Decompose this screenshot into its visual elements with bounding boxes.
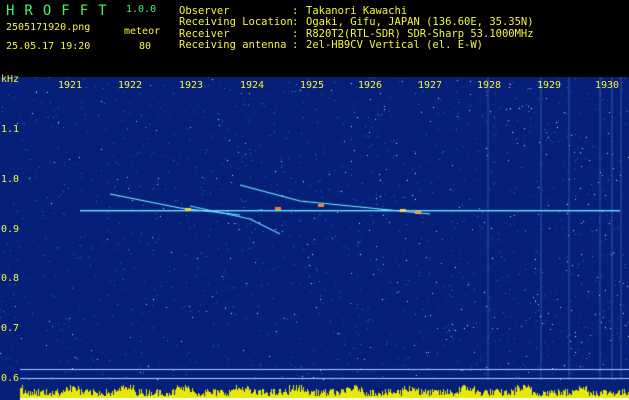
y-tick: 1.0 [1, 174, 20, 185]
filename: 2505171920.png [6, 22, 91, 33]
x-tick: 1924 [240, 80, 265, 91]
y-tick: 1.1 [1, 124, 20, 135]
x-tick: 1923 [179, 80, 204, 91]
x-tick: 1922 [118, 80, 143, 91]
app-name: HROFFT [6, 3, 117, 19]
spectrogram [0, 77, 629, 400]
count-value: 80 [139, 41, 152, 52]
y-tick: 0.8 [1, 273, 20, 284]
y-tick: 0.6 [1, 373, 20, 384]
antenna-colon: : [292, 39, 299, 51]
x-tick: 1929 [537, 80, 562, 91]
datetime: 25.05.17 19:20 [6, 41, 91, 52]
y-tick: 0.7 [1, 323, 20, 334]
antenna-value: 2el-HB9CV Vertical (el. E-W) [306, 39, 484, 51]
x-tick: 1921 [58, 80, 83, 91]
x-tick: 1926 [358, 80, 383, 91]
location-value: Ogaki, Gifu, JAPAN (136.60E, 35.35N) [306, 16, 534, 28]
y-tick: 0.9 [1, 224, 20, 235]
antenna-label: Receiving antenna [179, 39, 287, 51]
location-label: Receiving Location [179, 16, 293, 28]
mode-label: meteor [124, 26, 161, 37]
app-version: 1.0.0 [126, 4, 157, 15]
x-tick: 1925 [300, 80, 325, 91]
x-tick: 1930 [595, 80, 620, 91]
x-tick: 1928 [477, 80, 502, 91]
axis-unit: kHz [1, 74, 20, 85]
location-colon: : [292, 16, 299, 28]
x-tick: 1927 [418, 80, 443, 91]
